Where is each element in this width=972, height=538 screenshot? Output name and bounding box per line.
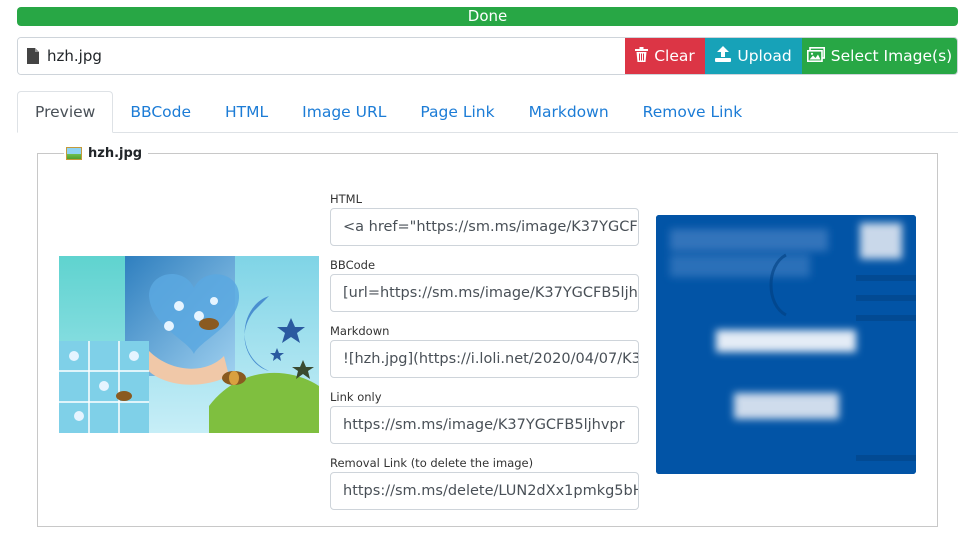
tab-page-link[interactable]: Page Link (403, 91, 511, 133)
upload-icon (715, 46, 732, 66)
tab-image-url[interactable]: Image URL (285, 91, 403, 133)
removal-link-label: Removal Link (to delete the image) (330, 456, 534, 470)
blurred-card-image (656, 215, 916, 474)
bbcode-field[interactable]: [url=https://sm.ms/image/K37YGCFB5ljhvpr… (330, 274, 639, 312)
upload-label: Upload (737, 47, 792, 65)
upload-progress-bar: Done (17, 7, 958, 26)
link-only-field[interactable]: https://sm.ms/image/K37YGCFB5ljhvpr (330, 406, 639, 444)
select-images-label: Select Image(s) (830, 47, 953, 65)
html-code-label: HTML (330, 192, 363, 206)
images-icon (806, 46, 825, 66)
progress-label: Done (467, 7, 508, 25)
html-code-field[interactable]: <a href="https://sm.ms/image/K37YGCFB5lj… (330, 208, 639, 246)
link-only-label: Link only (330, 390, 382, 404)
markdown-field[interactable]: ![hzh.jpg](https://i.loli.net/2020/04/07… (330, 340, 639, 378)
tab-preview[interactable]: Preview (17, 91, 114, 133)
markdown-label: Markdown (330, 324, 390, 338)
file-icon (27, 48, 39, 64)
uploaded-image-thumbnail[interactable] (59, 256, 319, 433)
bbcode-label: BBCode (330, 258, 376, 272)
tab-markdown[interactable]: Markdown (512, 91, 626, 133)
tab-bbcode[interactable]: BBCode (113, 91, 208, 133)
tab-html[interactable]: HTML (208, 91, 285, 133)
selected-file-display[interactable]: hzh.jpg (18, 38, 625, 74)
selected-filename: hzh.jpg (47, 47, 102, 65)
image-result-filename: hzh.jpg (88, 146, 143, 161)
image-result-title: hzh.jpg (64, 146, 149, 161)
clear-label: Clear (654, 47, 695, 65)
removal-link-field[interactable]: https://sm.ms/delete/LUN2dXx1pmkg5bH (330, 472, 639, 510)
output-tabs: Preview BBCode HTML Image URL Page Link … (17, 91, 958, 133)
select-images-button[interactable]: Select Image(s) (802, 38, 957, 74)
clear-button[interactable]: Clear (625, 38, 705, 74)
tab-remove-link[interactable]: Remove Link (626, 91, 760, 133)
trash-icon (635, 46, 649, 66)
upload-button[interactable]: Upload (705, 38, 802, 74)
image-file-icon (66, 147, 82, 160)
file-input-bar: hzh.jpg Clear Upload Select Image(s) (17, 37, 958, 75)
